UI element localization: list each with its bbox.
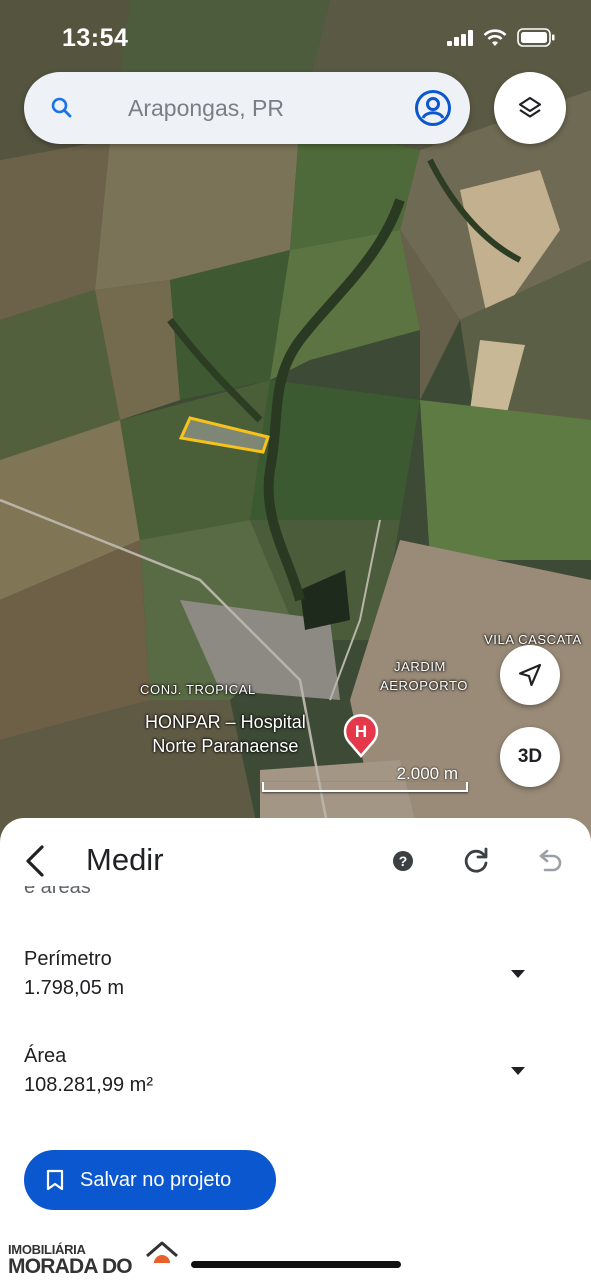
- search-placeholder[interactable]: Arapongas, PR: [128, 95, 284, 122]
- brand-watermark: IMOBILIÁRIA MORADA DO SOL: [6, 1236, 178, 1280]
- status-bar: 13:54: [0, 0, 591, 70]
- my-location-button[interactable]: [500, 645, 560, 705]
- account-icon[interactable]: [414, 89, 452, 127]
- scale-line: [262, 782, 468, 792]
- sun-house-logo-icon: [146, 1241, 178, 1275]
- back-arrow-icon[interactable]: [22, 844, 48, 878]
- hospital-pin-letter: H: [355, 722, 367, 741]
- help-icon[interactable]: ?: [392, 850, 414, 872]
- poi-name-line1: HONPAR – Hospital: [145, 712, 306, 732]
- scrolled-instruction-fragment: e áreas: [24, 886, 91, 898]
- scrolled-instruction-text: e áreas: [24, 886, 91, 904]
- perimeter-value: 1.798,05 m: [24, 977, 125, 999]
- map-label-jardim: JARDIM: [394, 659, 446, 674]
- status-time: 13:54: [62, 24, 129, 52]
- redo-icon[interactable]: [462, 846, 490, 876]
- scale-label: 2.000 m: [396, 764, 458, 783]
- map-label-aeroporto: AEROPORTO: [380, 678, 468, 693]
- wifi-icon: [483, 28, 507, 46]
- poi-hospital-label[interactable]: HONPAR – Hospital Norte Paranaense: [145, 710, 306, 758]
- home-indicator: [191, 1261, 401, 1268]
- layers-icon: [518, 96, 542, 118]
- save-to-project-button[interactable]: Salvar no projeto: [24, 1150, 276, 1210]
- poi-name-line2: Norte Paranaense: [152, 736, 299, 756]
- area-value: 108.281,99 m²: [24, 1074, 153, 1096]
- sheet-title: Medir: [86, 842, 164, 877]
- measure-sheet: Medir ? e áreas Perímetro 1.798,05 m Áre…: [0, 818, 591, 1280]
- 3d-button[interactable]: 3D: [500, 727, 560, 787]
- status-icons: [447, 28, 555, 47]
- area-label: Área: [24, 1045, 67, 1067]
- battery-icon: [517, 28, 555, 47]
- chevron-down-icon[interactable]: [511, 1067, 525, 1075]
- search-bar[interactable]: Arapongas, PR: [24, 72, 470, 144]
- perimeter-label: Perímetro: [24, 948, 112, 970]
- signal-icon: [447, 29, 473, 46]
- search-icon[interactable]: [48, 94, 76, 122]
- satellite-map[interactable]: 13:54 Arapongas, PR VILA CASCATA JARDIM …: [0, 0, 591, 840]
- save-button-label: Salvar no projeto: [80, 1168, 232, 1191]
- area-row[interactable]: Área 108.281,99 m²: [24, 1045, 569, 1097]
- chevron-down-icon[interactable]: [511, 970, 525, 978]
- scale-bar: 2.000 m: [262, 764, 468, 794]
- undo-icon[interactable]: [535, 848, 563, 874]
- navigation-arrow-icon: [518, 663, 542, 687]
- perimeter-row[interactable]: Perímetro 1.798,05 m: [24, 948, 569, 1000]
- bookmark-icon: [46, 1169, 64, 1191]
- layers-button[interactable]: [494, 72, 566, 144]
- hospital-pin-icon[interactable]: H: [342, 712, 380, 758]
- svg-text:?: ?: [399, 853, 408, 869]
- map-label-conj-tropical: CONJ. TROPICAL: [140, 682, 256, 697]
